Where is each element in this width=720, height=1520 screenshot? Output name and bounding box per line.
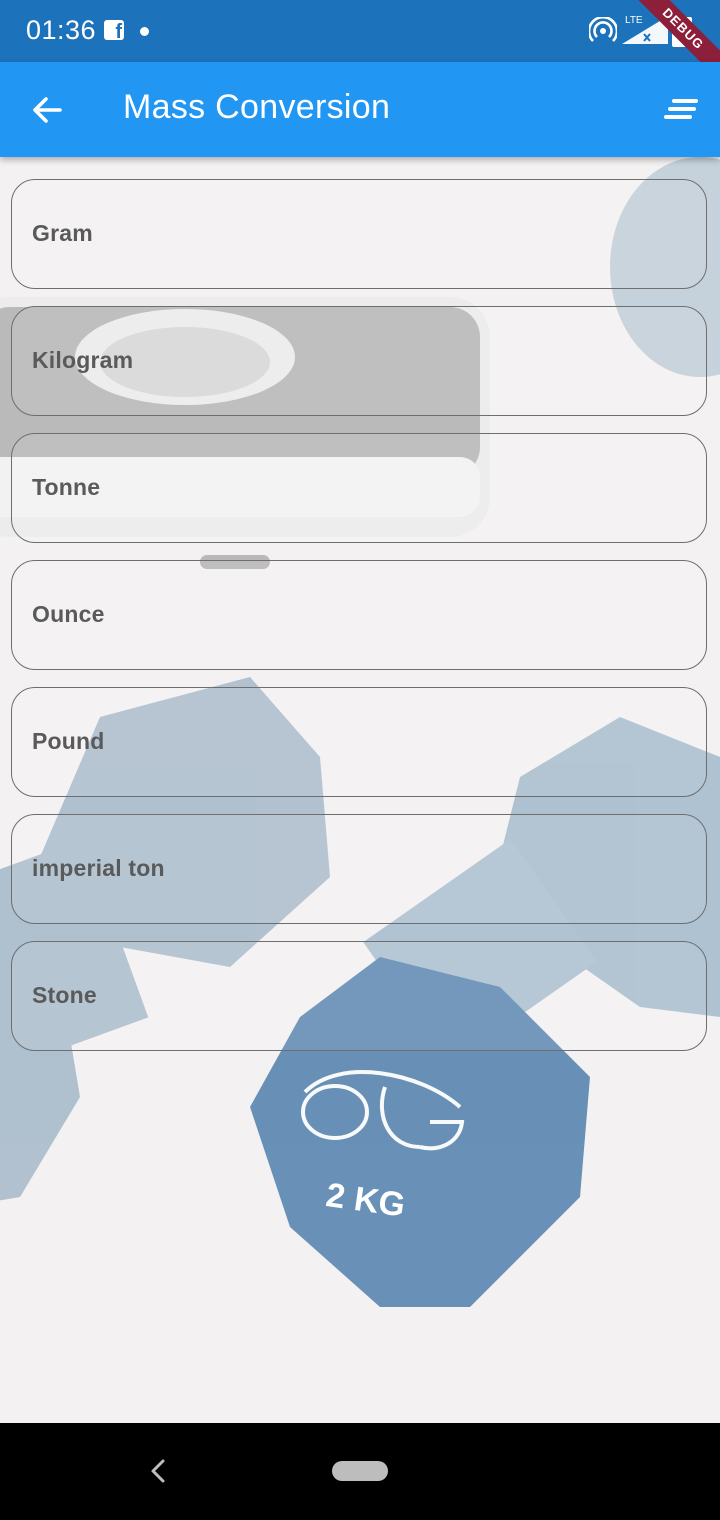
app-bar: Mass Conversion xyxy=(0,62,720,157)
unit-card-kilogram[interactable]: Kilogram xyxy=(11,306,707,416)
page-title: Mass Conversion xyxy=(123,88,391,126)
nav-back-icon[interactable] xyxy=(148,1457,168,1485)
unit-label: Stone xyxy=(32,982,97,1008)
unit-card-ounce[interactable]: Ounce xyxy=(11,560,707,670)
unit-label: Ounce xyxy=(32,601,105,627)
unit-card-gram[interactable]: Gram xyxy=(11,179,707,289)
notification-dot-icon xyxy=(140,27,149,36)
status-bar: 01:36 f LTE 97 DEBUG xyxy=(0,0,720,62)
sort-icon xyxy=(664,99,698,119)
status-time: 01:36 xyxy=(26,15,97,45)
unit-label: Kilogram xyxy=(32,347,134,373)
unit-card-imperial-ton[interactable]: imperial ton xyxy=(11,814,707,924)
sort-menu-button[interactable] xyxy=(662,90,702,130)
hotspot-icon xyxy=(589,17,617,42)
unit-card-stone[interactable]: Stone xyxy=(11,941,707,1051)
system-nav-bar xyxy=(0,1423,720,1520)
arrow-back-icon xyxy=(33,97,62,123)
unit-card-tonne[interactable]: Tonne xyxy=(11,433,707,543)
unit-label: Pound xyxy=(32,728,105,754)
unit-label: Gram xyxy=(32,220,93,246)
facebook-notification-icon: f xyxy=(104,20,124,42)
back-button[interactable] xyxy=(22,86,72,136)
unit-label: imperial ton xyxy=(32,855,165,881)
nav-home-pill[interactable] xyxy=(332,1461,388,1481)
unit-label: Tonne xyxy=(32,474,101,500)
unit-card-pound[interactable]: Pound xyxy=(11,687,707,797)
